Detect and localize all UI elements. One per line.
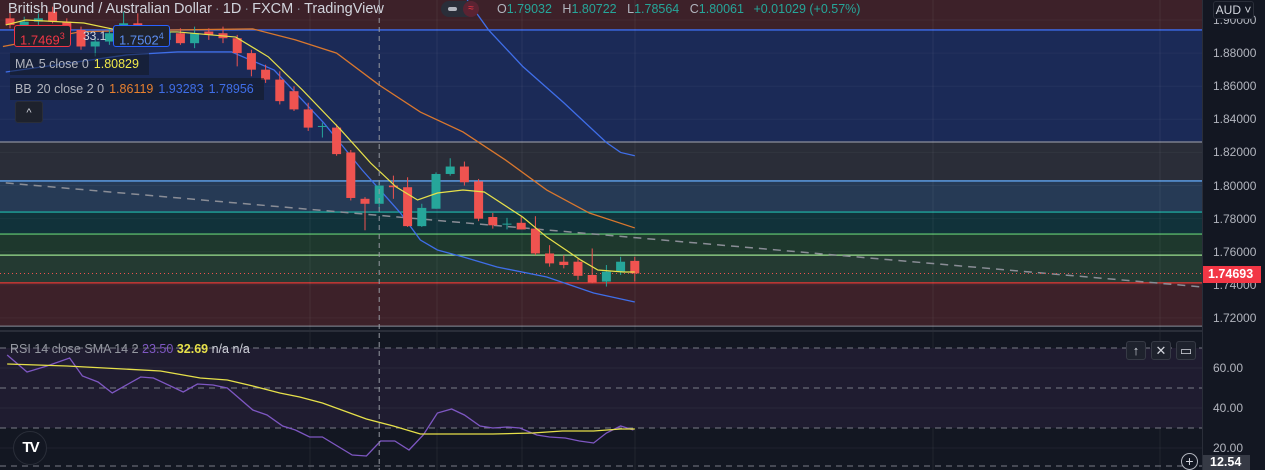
candle-body — [403, 187, 413, 227]
level-zone — [0, 255, 1202, 283]
price-tick: 1.84000 — [1213, 112, 1257, 127]
price-tick: 1.78000 — [1213, 211, 1257, 226]
candle-body — [190, 33, 200, 44]
candle-body — [431, 173, 441, 209]
rsi-tick: 20.00 — [1213, 441, 1244, 455]
bb-lower-value: 1.78956 — [208, 82, 254, 96]
price-tick: 1.80000 — [1213, 178, 1257, 193]
candle-body — [530, 228, 540, 254]
candle-body — [346, 152, 356, 198]
candle-body — [601, 271, 611, 282]
spread: 33.1 — [83, 29, 107, 43]
candle-body — [488, 217, 498, 226]
rsi-name: RSI — [10, 342, 31, 356]
candle-body — [175, 33, 185, 44]
candle-body — [616, 261, 626, 272]
symbol-name: British Pound / Australian Dollar — [8, 1, 212, 17]
candle-body — [289, 91, 299, 110]
sell-price: 1.7469 — [20, 32, 60, 48]
current-price-label: 1.74693 — [1203, 266, 1261, 283]
candle-body — [459, 166, 469, 183]
rsi-value: 23.50 — [142, 342, 174, 356]
rsi-sma-value: 32.69 — [176, 342, 209, 356]
price-tick: 1.72000 — [1213, 310, 1257, 325]
level-zone — [0, 282, 1202, 327]
candle-body — [516, 222, 526, 230]
price-axis[interactable]: 1.90000 1.88000 1.86000 1.84000 1.82000 1.800… — [1202, 0, 1265, 470]
candle-body — [559, 261, 569, 266]
bb-upper-value: 1.93283 — [158, 82, 204, 96]
candle-body — [474, 181, 484, 219]
bb-name: BB — [15, 82, 32, 96]
candle-body — [360, 198, 370, 204]
price-tick: 1.82000 — [1213, 145, 1257, 160]
maximize-pane-button[interactable]: ▭ — [1176, 341, 1196, 360]
price-chart[interactable] — [0, 0, 1202, 470]
buy-price: 1.7502 — [119, 32, 159, 48]
bb-params: 20 close 2 0 — [36, 82, 105, 96]
source: TradingView — [304, 1, 384, 17]
level-zone — [0, 212, 1202, 235]
close-value: 1.80061 — [698, 2, 744, 16]
candle-body — [317, 125, 327, 127]
candle-body — [246, 53, 256, 70]
candle-body — [303, 109, 313, 128]
ma-value: 1.80829 — [93, 57, 139, 71]
candle-body — [502, 223, 512, 225]
candle-body — [445, 166, 455, 174]
rsi-current-label: 12.54 — [1203, 455, 1250, 470]
candle-body — [573, 261, 583, 276]
open-label: O — [497, 2, 507, 16]
rsi-tick: 40.00 — [1213, 401, 1244, 415]
buy-price-pip: 4 — [158, 31, 164, 41]
candle-body — [332, 127, 342, 155]
buy-button[interactable]: 1.75024 — [113, 25, 170, 47]
collapse-legend-button[interactable]: ^ — [15, 101, 43, 123]
add-plus-icon[interactable]: + — [1181, 453, 1198, 470]
open-value: 1.79032 — [506, 2, 552, 16]
rsi-tick: 60.00 — [1213, 361, 1244, 375]
legend-ma[interactable]: MA 5 close 0 1.80829 — [10, 53, 149, 75]
legend-rsi[interactable]: RSI 14 close SMA 14 2 23.50 32.69 n/a n/… — [10, 342, 250, 356]
move-pane-up-button[interactable]: ↑ — [1126, 341, 1146, 360]
high-value: 1.80722 — [571, 2, 617, 16]
level-zone — [0, 142, 1202, 181]
ma-name: MA — [15, 57, 34, 71]
rsi-na-1: n/a — [211, 342, 229, 356]
low-value: 1.78564 — [634, 2, 680, 16]
change-value: +0.01029 (+0.57%) — [753, 2, 861, 16]
hide-icon[interactable] — [448, 7, 457, 11]
rsi-na-2: n/a — [232, 342, 250, 356]
legend-bb[interactable]: BB 20 close 2 0 1.86119 1.93283 1.78956 — [10, 78, 264, 100]
candle-body — [275, 79, 285, 102]
tradingview-logo[interactable]: TV — [13, 431, 47, 465]
candle-body — [587, 274, 597, 283]
currency-selector[interactable]: AUD ˅ — [1213, 1, 1254, 19]
candle-body — [545, 253, 555, 264]
exchange: FXCM — [252, 1, 294, 17]
candle-body — [417, 207, 427, 227]
price-tick: 1.76000 — [1213, 244, 1257, 259]
close-label: C — [689, 2, 699, 16]
price-tick: 1.86000 — [1213, 79, 1257, 94]
close-pane-button[interactable]: ✕ — [1151, 341, 1171, 360]
market-status-icon[interactable]: ≈ — [463, 1, 479, 17]
sell-price-pip: 3 — [59, 31, 65, 41]
legend-toggle-group[interactable]: ≈ — [441, 1, 479, 17]
symbol-title: British Pound / Australian Dollar · 1D · FXC… — [8, 1, 384, 17]
sell-button[interactable]: 1.74693 — [14, 25, 71, 47]
bb-basis-value: 1.86119 — [109, 82, 154, 96]
rsi-params: 14 close SMA 14 2 — [34, 342, 139, 356]
ma-params: 5 close 0 — [38, 57, 89, 71]
ohlc-readout: O1.79032 H1.80722 L1.78564 C1.80061 +0.0… — [497, 2, 860, 16]
price-tick: 1.88000 — [1213, 46, 1257, 61]
interval[interactable]: 1D — [223, 1, 242, 17]
